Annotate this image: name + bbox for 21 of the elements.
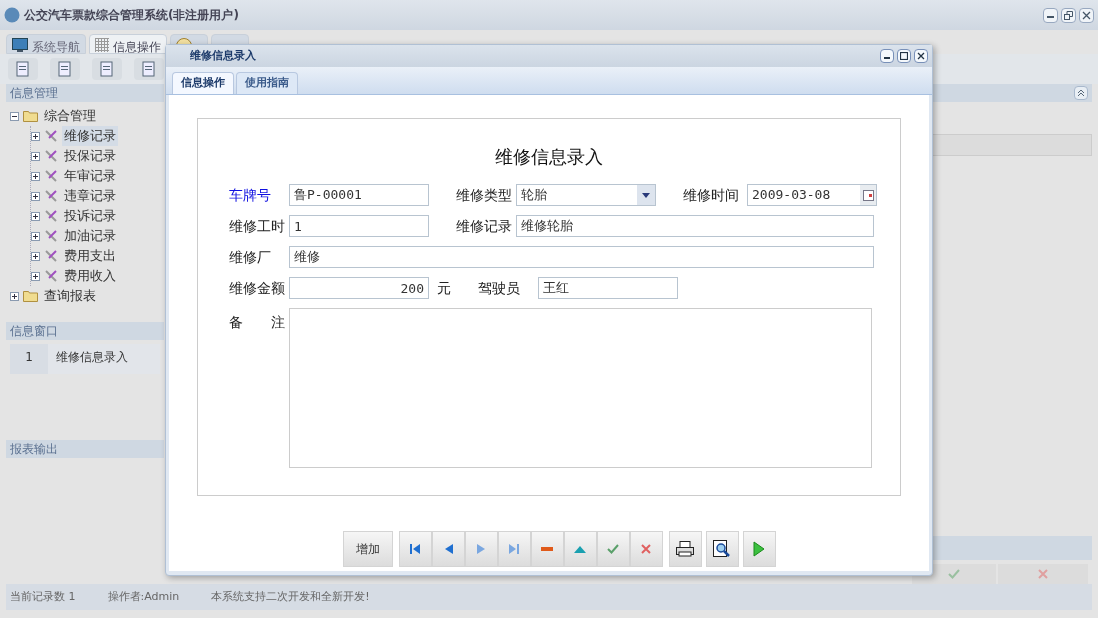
panel-header: 报表输出 [6,440,164,458]
status-text: 操作者:Admin [107,588,180,605]
form-title: 维修信息录入 [494,145,604,169]
status-text: 当前记录数 1 [10,588,76,605]
field-label: 维修记录 [456,216,513,236]
panel-header: 信息管理 [6,84,164,102]
field-label: 维修时间 [683,185,740,205]
dialog-title: 维修信息录入 [190,47,256,64]
field-label: 车牌号 [229,185,272,205]
field-label: 维修厂 [229,247,272,267]
panel-header: 信息窗口 [6,322,164,340]
status-text: 本系统支持二次开发和全新开发! [211,588,370,605]
row-number: 1 [24,349,34,366]
field-label: 驾驶员 [478,278,521,298]
window-title: 公交汽车票款综合管理系统(非注册用户) [24,7,239,24]
field-label: 维修工时 [229,216,286,236]
field-label: 维修类型 [456,185,513,205]
field-label: 维修金额 [229,278,286,298]
window-name: 维修信息录入 [48,344,160,374]
unit-label: 元 [437,278,451,298]
field-label: 备 注 [229,313,286,332]
